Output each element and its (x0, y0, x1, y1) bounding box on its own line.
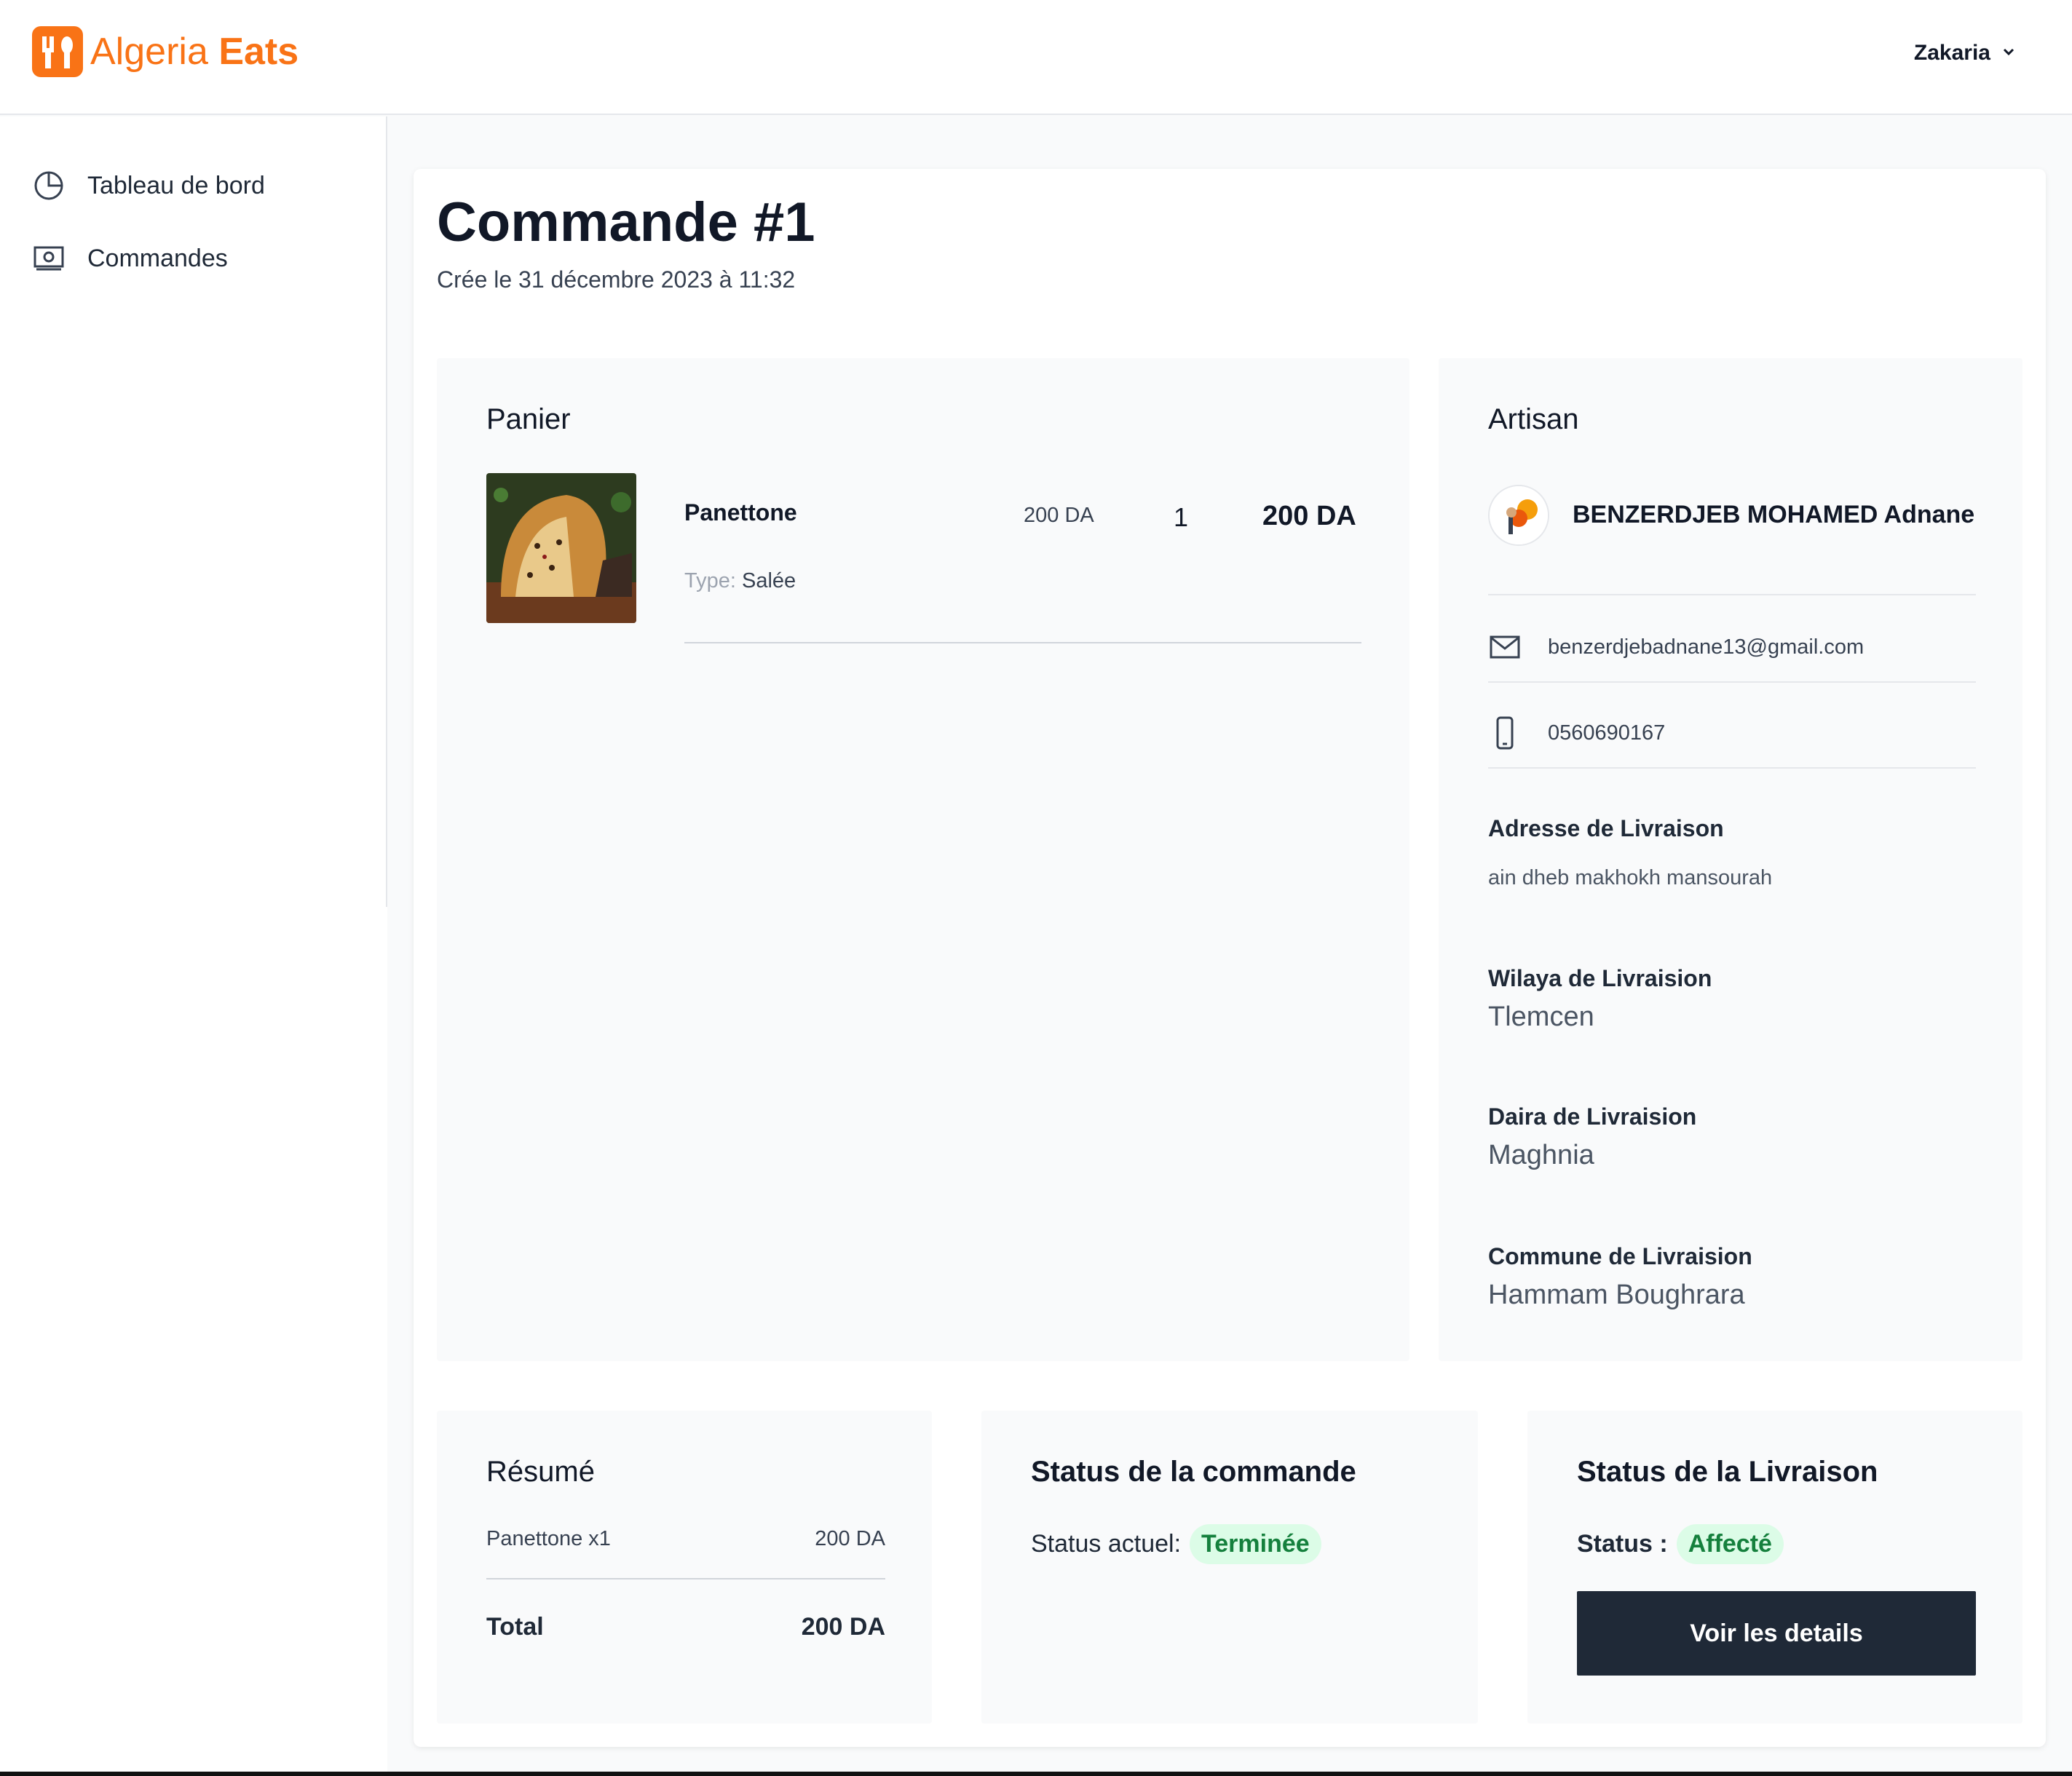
artisan-panel: Artisan BENZERDJEB MOHAMED Adnane benzer… (1439, 358, 2022, 1361)
delivery-status-panel: Status de la Livraison Status : Affecté … (1527, 1411, 2022, 1724)
view-details-button[interactable]: Voir les details (1577, 1591, 1976, 1676)
sidebar-item-label: Tableau de bord (87, 171, 265, 199)
sidebar-item-label: Commandes (87, 244, 228, 272)
cart-panel: Panier Panettone Type: Salée 200 DA 1 20… (437, 358, 1409, 1361)
top-header: Algeria Eats Zakaria (0, 0, 2072, 115)
summary-title: Résumé (486, 1456, 595, 1488)
logo-text: Algeria Eats (90, 30, 298, 74)
phone-icon (1488, 716, 1522, 750)
commune-label: Commune de Livraision (1488, 1243, 1752, 1269)
email-text: benzerdjebadnane13@gmail.com (1548, 635, 1865, 659)
cart-item-price: 200 DA (1024, 504, 1094, 527)
cart-item-type-value: Salée (742, 569, 796, 592)
status-badge: Terminée (1190, 1524, 1321, 1564)
delivery-status-label: Status : (1577, 1530, 1668, 1558)
summary-total: Total 200 DA (486, 1613, 885, 1641)
order-status-panel: Status de la commande Status actuel: Ter… (981, 1411, 1478, 1724)
order-status-row: Status actuel: Terminée (1031, 1524, 1321, 1564)
order-created-date: Crée le 31 décembre 2023 à 11:32 (437, 266, 796, 293)
cart-title: Panier (486, 403, 571, 435)
pie-chart-icon (32, 169, 66, 202)
address-label: Adresse de Livraison (1488, 815, 1724, 841)
summary-line: Panettone x1 200 DA (486, 1527, 885, 1551)
cart-item-type: Type: Salée (684, 569, 796, 593)
divider (1488, 681, 1976, 683)
money-bill-icon (32, 242, 66, 275)
avatar (1488, 485, 1549, 546)
cart-item-type-label: Type: (684, 569, 736, 592)
cart-item-total: 200 DA (1262, 501, 1356, 531)
wilaya-label: Wilaya de Livraision (1488, 965, 1712, 991)
divider (486, 1578, 885, 1579)
wilaya-value: Tlemcen (1488, 1002, 1594, 1032)
daira-value: Maghnia (1488, 1140, 1594, 1170)
user-menu[interactable]: Zakaria (1914, 41, 2017, 66)
app-logo[interactable]: Algeria Eats (32, 26, 298, 77)
bottom-edge (0, 1772, 2072, 1776)
artisan-name: BENZERDJEB MOHAMED Adnane (1573, 501, 1975, 528)
divider (684, 642, 1361, 643)
logo-text-part2: Eats (218, 31, 299, 73)
artisan-phone[interactable]: 0560690167 (1488, 716, 1665, 750)
summary-panel: Résumé Panettone x1 200 DA Total 200 DA (437, 1411, 932, 1724)
cart-item-name: Panettone (684, 499, 797, 526)
sidebar (0, 116, 387, 1776)
order-status-label: Status actuel: (1031, 1530, 1182, 1558)
delivery-status-title: Status de la Livraison (1577, 1456, 1878, 1488)
artisan-title: Artisan (1488, 403, 1579, 435)
sidebar-divider (386, 116, 387, 907)
total-label: Total (486, 1613, 544, 1641)
product-image (486, 473, 636, 623)
summary-line-value: 200 DA (815, 1527, 885, 1550)
divider (1488, 767, 1976, 769)
commune-value: Hammam Boughrara (1488, 1280, 1745, 1310)
logo-text-part1: Algeria (90, 31, 208, 73)
cart-item-quantity: 1 (1174, 502, 1189, 532)
fork-spoon-icon (32, 26, 83, 77)
order-detail-card: Commande #1 Crée le 31 décembre 2023 à 1… (414, 169, 2046, 1747)
page-title: Commande #1 (437, 191, 815, 253)
total-value: 200 DA (801, 1613, 885, 1641)
address-value: ain dheb makhokh mansourah (1488, 866, 1773, 889)
user-name: Zakaria (1913, 41, 1990, 65)
sidebar-item-orders[interactable]: Commandes (32, 242, 228, 275)
mail-icon (1488, 630, 1522, 664)
sidebar-item-dashboard[interactable]: Tableau de bord (32, 169, 265, 202)
daira-label: Daira de Livraision (1488, 1103, 1697, 1130)
order-status-title: Status de la commande (1031, 1456, 1356, 1488)
chevron-down-icon (2001, 41, 2017, 66)
phone-text: 0560690167 (1548, 721, 1666, 745)
delivery-status-row: Status : Affecté (1577, 1524, 1784, 1564)
summary-line-label: Panettone x1 (486, 1527, 611, 1550)
status-badge: Affecté (1676, 1524, 1784, 1564)
artisan-email[interactable]: benzerdjebadnane13@gmail.com (1488, 630, 1864, 664)
divider (1488, 594, 1976, 595)
